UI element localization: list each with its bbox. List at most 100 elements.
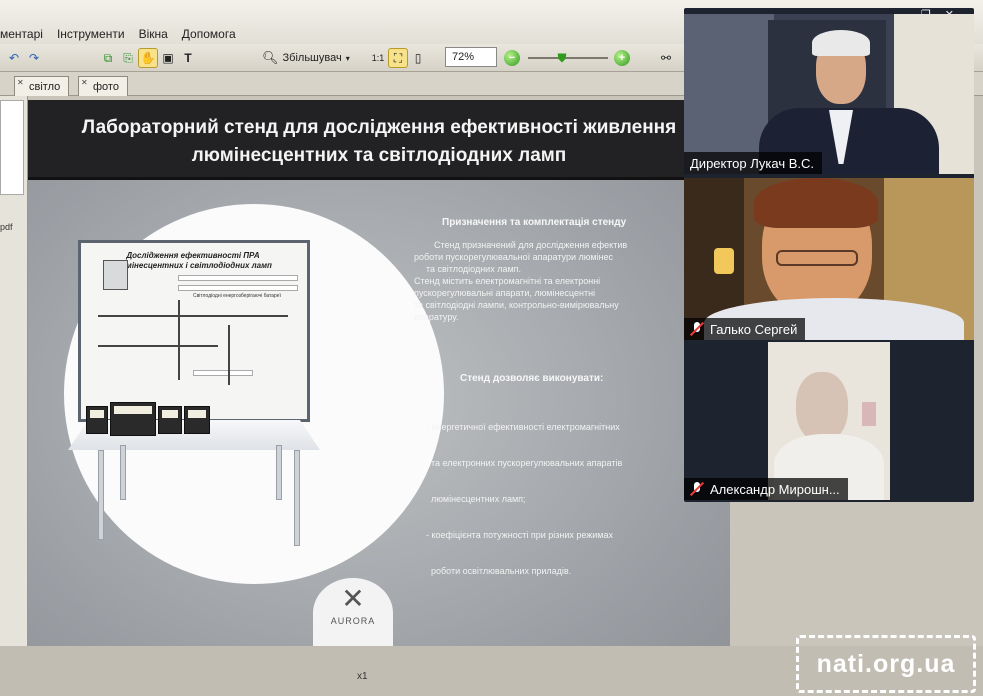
participant-tile[interactable]: Галько Сергей: [684, 178, 974, 340]
slider-handle-icon: ⛊: [557, 50, 567, 65]
measuring-device: [86, 406, 108, 434]
text-select-icon[interactable]: T: [178, 48, 198, 68]
participant-name-label: Галько Сергей: [684, 318, 806, 340]
zoom-value: 72%: [452, 51, 475, 63]
section-purpose-title: Призначення та комплектація стенду: [442, 217, 627, 228]
page-indicator: x1: [357, 671, 368, 682]
zoom-out-button[interactable]: −: [504, 48, 520, 68]
actual-size-icon[interactable]: 1:1: [368, 48, 388, 68]
switch-box: [103, 260, 128, 290]
participant-tile[interactable]: Директор Лукач В.С.: [684, 14, 974, 174]
fit-width-icon[interactable]: ▯: [408, 48, 428, 68]
magnifier-icon: 🔍︎: [262, 50, 279, 65]
text-line: роботи освітлювальних приладів.: [426, 566, 572, 576]
text-line: та світлодіодних ламп.: [426, 264, 522, 274]
text-line: - енергетичної ефективності електромагні…: [426, 422, 620, 432]
section-capabilities-text: - енергетичної ефективності електромагні…: [426, 397, 726, 601]
redo-icon[interactable]: ↷: [24, 48, 44, 68]
glasses: [776, 250, 858, 266]
copy-icon[interactable]: ⧉: [98, 48, 118, 68]
led-lamp: [193, 370, 253, 376]
aurora-logo: ✕ AURORA: [313, 578, 393, 646]
watermark: nati.org.ua: [796, 635, 976, 693]
slide-title: Лабораторний стенд для дослідження ефект…: [28, 114, 730, 170]
minus-icon: −: [504, 50, 520, 66]
board-subtitle: Світлодіодні енергозберігаючі батареї: [193, 293, 281, 299]
fit-page-icon[interactable]: ⛶: [388, 48, 408, 68]
table-leg: [276, 445, 282, 500]
zoom-slider-handle[interactable]: ⛊: [552, 48, 572, 68]
participant-name-label: Директор Лукач В.С.: [684, 152, 823, 174]
wiring-line: [178, 300, 180, 380]
close-icon[interactable]: ✕: [81, 78, 88, 87]
mic-off-icon: [690, 322, 704, 336]
video-call-panel: ❐✕ Директор Лукач В.С. Галько Сергей: [684, 8, 974, 502]
participant-name-label: Александр Мирошн...: [684, 478, 848, 500]
chevron-down-icon: ▾: [345, 53, 350, 63]
close-icon[interactable]: ✕: [17, 78, 24, 87]
text-line: Стенд призначений для дослідження ефекти…: [434, 240, 628, 250]
toolbar-left-group: ↶ ↷: [4, 48, 44, 68]
fluorescent-lamp: [178, 285, 298, 291]
table-leg: [120, 445, 126, 500]
text-line: та електронних пускорегулювальних апарат…: [426, 458, 623, 468]
aurora-logo-mark: ✕: [341, 583, 365, 614]
slide-title-line-1: Лабораторний стенд для дослідження ефект…: [81, 117, 677, 138]
menu-item-tools[interactable]: Інструменти: [57, 27, 125, 45]
link-icon: ⚯: [660, 51, 672, 65]
text-line: Стенд містить електромагнітні та електро…: [414, 276, 601, 286]
paste-icon[interactable]: ⎘: [118, 48, 138, 68]
tab-label: фото: [93, 80, 119, 93]
section-purpose-text: Стенд призначений для дослідження ефекти…: [414, 239, 730, 323]
measuring-device: [110, 402, 156, 436]
section-capabilities-title: Стенд дозволяє виконувати:: [460, 373, 604, 384]
file-label: pdf: [0, 222, 13, 232]
watermark-text: nati.org.ua: [816, 649, 956, 678]
menu-item-comments[interactable]: ментарі: [0, 27, 43, 45]
participant-name: Директор Лукач В.С.: [690, 155, 815, 171]
participant-face: [796, 372, 848, 442]
undo-icon[interactable]: ↶: [4, 48, 24, 68]
lamp-light: [714, 248, 734, 274]
text-line: роботи пускорегулювальної апаратури люмі…: [414, 252, 614, 262]
participant-hair: [754, 178, 878, 228]
text-line: та світлодіодні лампи, контрольно-вимірю…: [414, 300, 619, 310]
snapshot-icon[interactable]: ▣: [158, 48, 178, 68]
text-line: люмінесцентних ламп;: [426, 494, 526, 504]
text-line: пускорегулювальні апарати, люмінесцентні: [414, 288, 596, 298]
menu-item-windows[interactable]: Вікна: [139, 27, 168, 45]
plus-icon: +: [614, 50, 630, 66]
participant-name: Галько Сергей: [710, 321, 798, 337]
participant-name: Александр Мирошн...: [710, 481, 840, 497]
text-line: - коефіцієнта потужності при різних режи…: [426, 530, 614, 540]
wiring-line: [98, 345, 218, 347]
mic-off-icon: [690, 482, 704, 496]
slide-title-line-2: люмінесцентних та світлодіодних ламп: [191, 145, 567, 166]
wiring-line: [228, 325, 230, 385]
aurora-logo-text: AURORA: [330, 616, 376, 626]
magnifier-label: Збільшувач: [282, 52, 342, 64]
zoom-in-button[interactable]: +: [614, 48, 630, 68]
slide-header: Лабораторний стенд для дослідження ефект…: [28, 100, 730, 180]
tab-foto[interactable]: ✕ фото: [78, 76, 128, 96]
tab-svitlo[interactable]: ✕ світло: [14, 76, 70, 96]
participant-hair: [812, 30, 870, 56]
presentation-slide: Лабораторний стенд для дослідження ефект…: [28, 100, 730, 646]
toolbar-nav-group: ⧉ ⎘ ✋ ▣ T: [98, 48, 198, 68]
table-leg: [294, 450, 300, 546]
toolbar-view-group: 1:1 ⛶ ▯: [368, 48, 428, 68]
page-thumbnail[interactable]: [0, 100, 24, 195]
measuring-device: [158, 406, 182, 434]
extra-tool-button[interactable]: ⚯: [656, 48, 676, 68]
wiring-line: [98, 315, 288, 317]
magnifier-button[interactable]: 🔍︎ Збільшувач ▾: [262, 48, 350, 68]
hand-tool-icon[interactable]: ✋: [138, 48, 158, 68]
menu-item-help[interactable]: Допомога: [182, 27, 236, 45]
background-object: [862, 402, 876, 426]
tab-label: світло: [29, 80, 61, 93]
participant-tile[interactable]: Александр Мирошн...: [684, 342, 974, 500]
text-line: апаратуру.: [414, 312, 459, 322]
fluorescent-lamp: [178, 275, 298, 281]
zoom-input[interactable]: 72%: [445, 47, 497, 67]
table-leg: [98, 450, 104, 540]
